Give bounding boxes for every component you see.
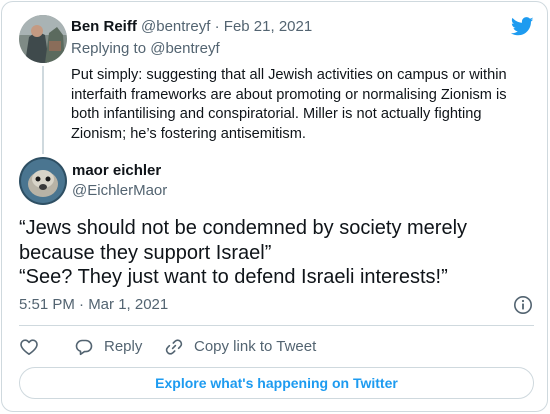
tweet-timestamp[interactable]: 5:51 PM · Mar 1, 2021 <box>19 296 168 314</box>
parent-tweet-text: Put simply: suggesting that all Jewish a… <box>71 67 507 142</box>
avatar-maor-eichler[interactable] <box>19 157 67 205</box>
replying-to-line: Replying to @bentreyf <box>71 40 220 58</box>
replying-to-handle[interactable]: @bentreyf <box>150 40 219 57</box>
tweet-embed-card: Ben Reiff @bentreyf · Feb 21, 2021 Reply… <box>1 1 548 412</box>
link-icon <box>165 339 183 355</box>
parent-tweet-date[interactable]: Feb 21, 2021 <box>224 18 312 35</box>
tweet-text-line: “See? They just want to defend Israeli i… <box>19 266 448 288</box>
copy-link-label: Copy link to Tweet <box>194 338 317 355</box>
tweet-text: “Jews should not be condemned by society… <box>19 216 534 290</box>
info-icon[interactable] <box>513 295 533 315</box>
reply-button[interactable]: Reply <box>74 336 142 358</box>
avatar-ben-reiff[interactable] <box>19 15 67 63</box>
tweet-text-line: “Jews should not be condemned by society… <box>19 217 468 264</box>
separator-dot: · <box>214 18 220 35</box>
reply-label: Reply <box>104 338 143 355</box>
copy-link-button[interactable]: Copy link to Tweet <box>164 336 316 358</box>
parent-author-handle[interactable]: @bentreyf <box>141 18 210 35</box>
actions-divider <box>19 325 534 326</box>
heart-icon <box>20 339 38 355</box>
reply-bubble-icon <box>75 339 93 356</box>
author-handle[interactable]: @EichlerMaor <box>72 182 167 200</box>
twitter-bird-icon[interactable] <box>511 17 534 36</box>
parent-tweet-header: Ben Reiff @bentreyf · Feb 21, 2021 <box>71 18 312 36</box>
author-name[interactable]: maor eichler <box>72 162 161 180</box>
like-button[interactable] <box>19 336 39 358</box>
replying-to-label: Replying to <box>71 40 147 57</box>
thread-connector-line <box>42 66 44 154</box>
explore-twitter-button[interactable]: Explore what's happening on Twitter <box>19 367 534 399</box>
parent-author-name[interactable]: Ben Reiff <box>71 18 137 35</box>
